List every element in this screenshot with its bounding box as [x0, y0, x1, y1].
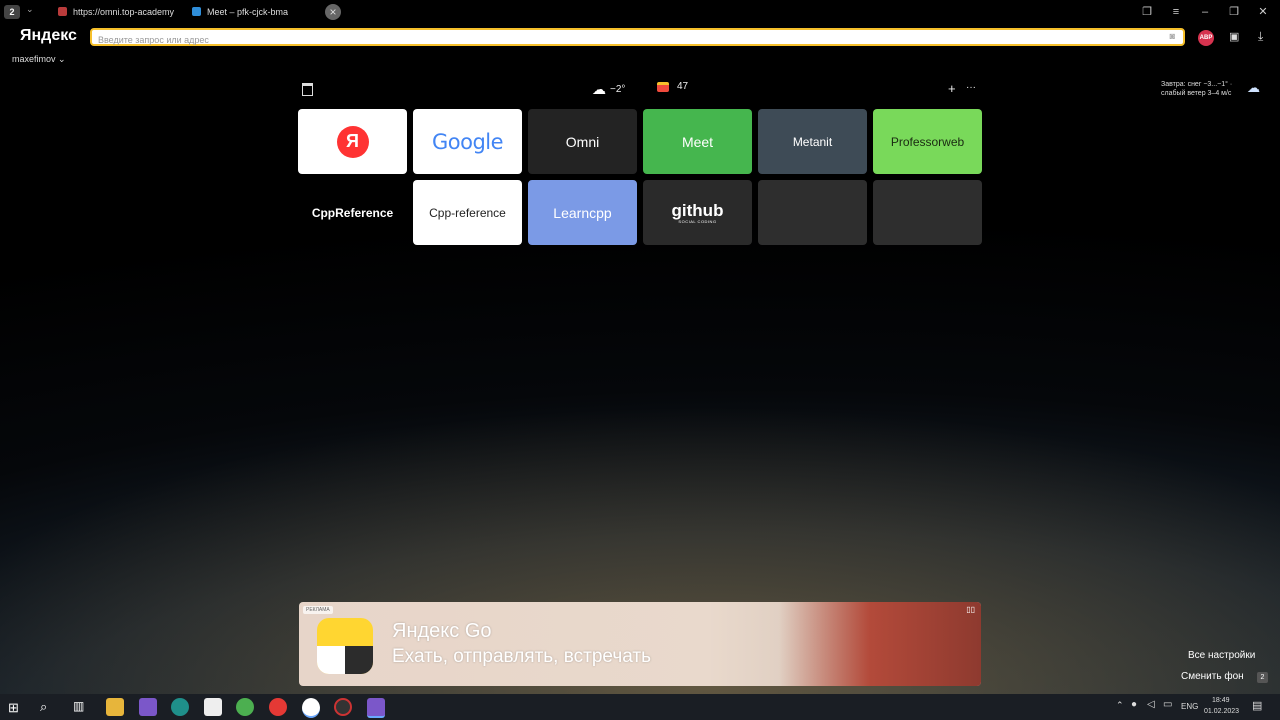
edge-icon[interactable]: [171, 698, 189, 716]
change-background-link[interactable]: Сменить фон: [1181, 671, 1244, 682]
tab-omni[interactable]: https://omni.top-academy: [58, 3, 178, 21]
weather-widget[interactable]: ☁ −2°: [592, 81, 625, 98]
search-icon[interactable]: ⌕: [40, 699, 47, 715]
language-indicator[interactable]: ENG: [1181, 702, 1198, 711]
tile-label: Google: [431, 129, 504, 154]
visual-studio-icon-2[interactable]: [367, 698, 385, 718]
volume-icon[interactable]: ◁: [1147, 699, 1155, 710]
tray-chevron-icon[interactable]: ⌃: [1116, 700, 1124, 711]
add-widget-button[interactable]: +: [948, 81, 956, 96]
taskbar: ⊞ ⌕ ▥ ⌃ ● ◁ ▭ ENG 18:49 01.02.2023 ▤: [0, 694, 1280, 720]
tab-meet[interactable]: Meet – pfk-cjck-bma: [192, 3, 312, 21]
more-button[interactable]: ···: [966, 82, 976, 93]
speed-dial-tile[interactable]: Omni: [528, 109, 637, 174]
speed-dial-tile[interactable]: Learncpp: [528, 180, 637, 245]
address-bar[interactable]: ◙: [90, 28, 1185, 47]
bookmarks-icon[interactable]: ❐: [1139, 4, 1155, 20]
cloud-icon: ☁: [592, 81, 606, 97]
speed-dial-tile[interactable]: Я: [298, 109, 407, 174]
clock-date[interactable]: 01.02.2023: [1204, 708, 1239, 715]
tile-sublabel: SOCIAL CODING: [678, 218, 717, 224]
speed-dial-tile[interactable]: Professorweb: [873, 109, 982, 174]
tab-list-chevron-icon[interactable]: ⌄: [26, 4, 34, 15]
speed-dial-tile[interactable]: Google: [413, 109, 522, 174]
chrome-icon[interactable]: [236, 698, 254, 716]
weather-temp: −2°: [610, 84, 626, 95]
restore-icon[interactable]: ❐: [1226, 4, 1242, 20]
ad-subtitle: Ехать, отправлять, встречать: [392, 646, 651, 667]
download-icon[interactable]: ⤓: [1258, 29, 1263, 44]
tile-label: Professorweb: [890, 134, 965, 149]
tile-label: Cpp-reference: [429, 205, 506, 220]
ad-close-icon[interactable]: ▯▯: [966, 605, 975, 614]
new-tab-plus-icon[interactable]: ×: [325, 4, 341, 20]
mail-count: 47: [677, 81, 689, 92]
file-explorer-icon[interactable]: [106, 698, 124, 716]
tile-label: github: [671, 200, 724, 220]
yandex-go-logo-icon: [317, 618, 373, 674]
speed-dial-tile[interactable]: Meet: [643, 109, 752, 174]
speed-dial-tile[interactable]: [873, 180, 982, 245]
camera-icon[interactable]: ◙: [1170, 31, 1175, 41]
search-input[interactable]: [92, 33, 1154, 47]
tab-favicon-icon: [192, 7, 201, 16]
yandex-logo[interactable]: Яндекс: [20, 27, 77, 45]
minimize-icon[interactable]: –: [1197, 4, 1213, 20]
yandex-browser-icon[interactable]: [302, 698, 320, 718]
user-account[interactable]: maxefimov ⌄: [12, 54, 66, 65]
mail-widget[interactable]: 47: [657, 81, 688, 92]
menu-icon[interactable]: ≡: [1168, 4, 1184, 20]
snow-cloud-icon: ☁: [1247, 80, 1260, 95]
speed-dial-tile[interactable]: Cpp-reference: [413, 180, 522, 245]
ad-photo: [779, 602, 981, 686]
store-icon[interactable]: [204, 698, 222, 716]
microphone-icon[interactable]: ●: [1131, 699, 1137, 710]
ad-title: Яндекс Go: [392, 620, 492, 642]
tab-label: https://omni.top-academy: [73, 7, 175, 17]
mail-icon: [657, 81, 669, 92]
yandex-logo-icon: Я: [336, 125, 369, 158]
tab-count-badge[interactable]: 2: [4, 5, 20, 19]
collections-icon[interactable]: ▣: [1229, 30, 1239, 43]
speed-dial-tile[interactable]: Metanit: [758, 109, 867, 174]
tile-label: CppReference: [311, 205, 394, 220]
adblock-icon[interactable]: ABP: [1198, 30, 1214, 46]
network-icon[interactable]: ▭: [1163, 699, 1172, 710]
tab-label: Meet – pfk-cjck-bma: [207, 7, 289, 17]
all-settings-link[interactable]: Все настройки: [1188, 650, 1255, 661]
notifications-icon[interactable]: ▤: [1252, 699, 1262, 712]
tile-label: Learncpp: [553, 204, 612, 221]
calendar-icon[interactable]: [302, 83, 313, 96]
clock-time[interactable]: 18:49: [1212, 697, 1230, 704]
tab-bar: 2 ⌄ https://omni.top-academy Meet – pfk-…: [0, 0, 1280, 24]
obs-icon[interactable]: [334, 698, 352, 716]
task-view-icon[interactable]: ▥: [73, 699, 84, 713]
visual-studio-icon[interactable]: [139, 698, 157, 716]
speed-dial-tile[interactable]: CppReference: [298, 180, 407, 245]
tile-label: Meet: [681, 133, 714, 150]
ad-banner[interactable]: РЕКЛАМА Яндекс Go Ехать, отправлять, вст…: [299, 602, 981, 686]
tile-label: Omni: [565, 133, 600, 150]
background-count-badge: 2: [1257, 672, 1268, 683]
tile-label: Metanit: [792, 134, 833, 149]
yandex-icon[interactable]: [269, 698, 287, 716]
windows-start-icon[interactable]: ⊞: [8, 700, 19, 716]
tab-favicon-icon: [58, 7, 67, 16]
close-icon[interactable]: ✕: [1255, 4, 1271, 20]
speed-dial-tile[interactable]: github SOCIAL CODING: [643, 180, 752, 245]
forecast-text: Завтра: снег −3...−1° · слабый ветер 3–4…: [1161, 81, 1233, 97]
speed-dial-tile[interactable]: [758, 180, 867, 245]
ad-badge: РЕКЛАМА: [303, 606, 333, 614]
